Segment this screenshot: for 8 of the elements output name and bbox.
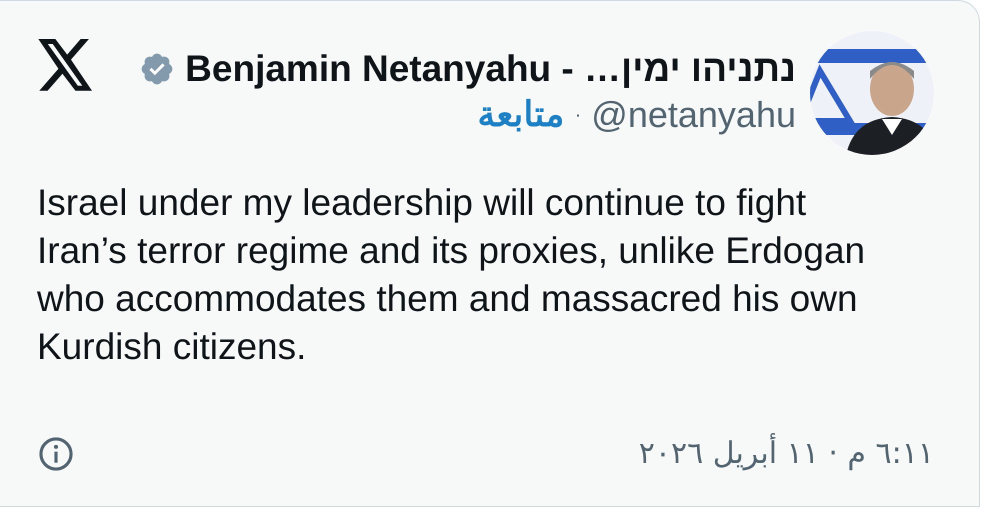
post-timestamp[interactable]: ٦:١١ م · ١١ أبريل ٢٠٢٦ (638, 431, 934, 476)
follow-link[interactable]: متابعة (478, 95, 565, 135)
author-name[interactable]: נתניהו ימין… - Benjamin Netanyahu (185, 49, 796, 89)
separator-dot: · (574, 103, 582, 128)
author-handle[interactable]: @netanyahu (591, 95, 796, 135)
info-icon[interactable] (37, 434, 75, 472)
post-text: Israel under my leadership will continue to fight Iran’s terror regime and its proxies, unlike Erdogan who accommodates them and massacred his own Kurdish citizens. (37, 181, 866, 369)
x-logo-icon[interactable] (37, 39, 95, 91)
